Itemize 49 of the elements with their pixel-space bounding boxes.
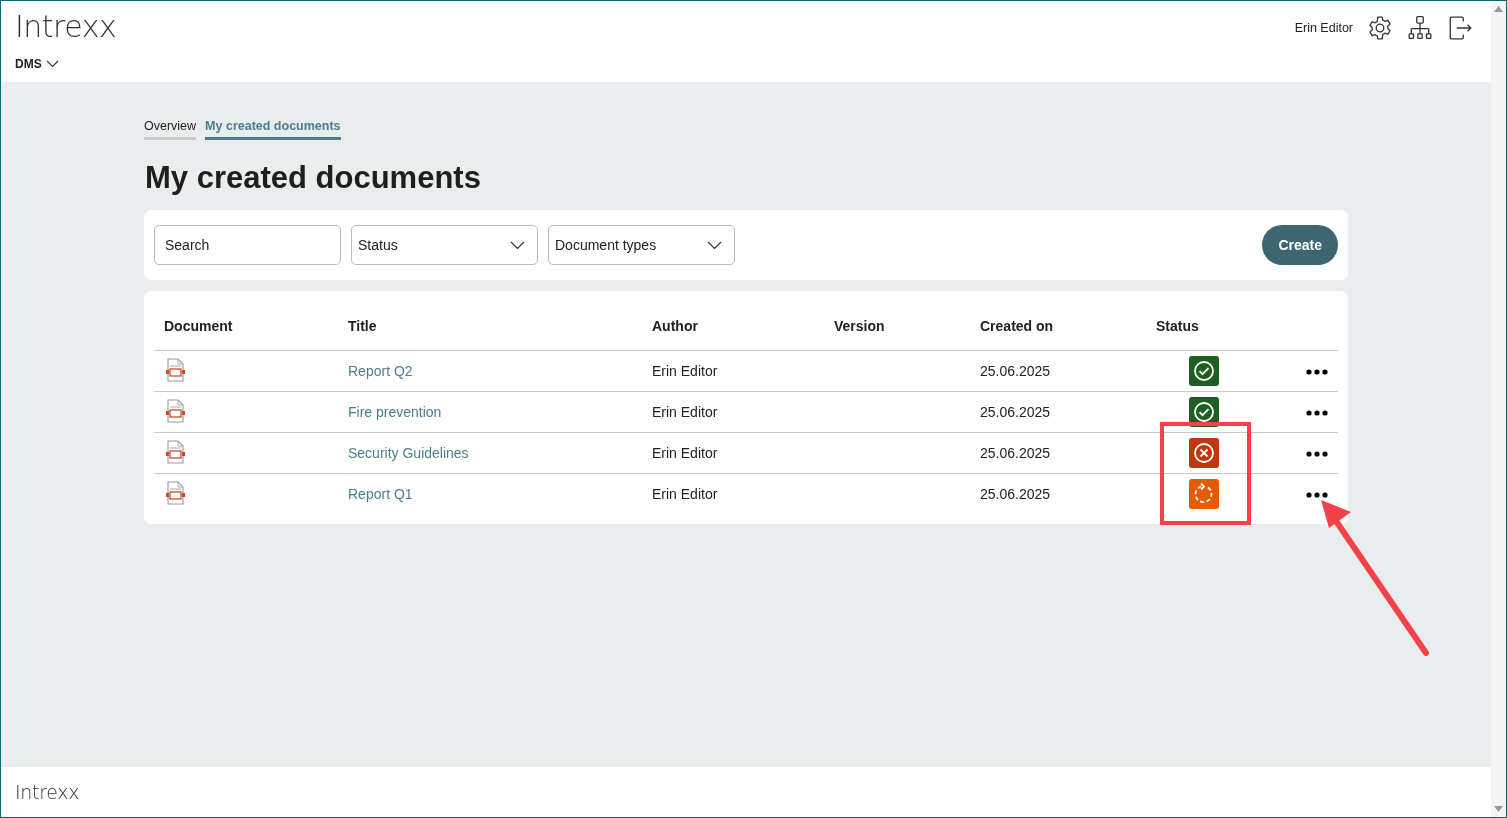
scroll-down-icon[interactable] <box>1494 806 1503 812</box>
author-cell: Erin Editor <box>652 363 718 379</box>
status-dropdown[interactable]: Status <box>351 225 538 265</box>
column-header: Document <box>154 301 338 351</box>
column-header: Created on <box>970 301 1146 351</box>
document-icon[interactable] <box>164 480 187 505</box>
sitemap-icon[interactable] <box>1407 15 1433 41</box>
document-types-dropdown[interactable]: Document types <box>548 225 735 265</box>
document-icon[interactable] <box>164 398 187 423</box>
document-title-link[interactable]: Security Guidelines <box>348 445 469 461</box>
created-on-cell: 25.06.2025 <box>980 363 1051 379</box>
caret-icon <box>45 60 59 68</box>
search-field[interactable]: Search <box>154 225 341 265</box>
document-title-link[interactable]: Fire prevention <box>348 404 442 420</box>
document-title-link[interactable]: Report Q1 <box>348 486 413 502</box>
created-on-cell: 25.06.2025 <box>980 486 1051 502</box>
app-menu[interactable]: DMS <box>15 57 59 71</box>
tab[interactable]: My created documents <box>205 119 341 140</box>
more-options-icon[interactable] <box>1306 410 1328 417</box>
author-cell: Erin Editor <box>652 486 718 502</box>
scroll-up-icon[interactable] <box>1494 6 1503 12</box>
column-header: Version <box>824 301 970 351</box>
column-header: Status <box>1146 301 1262 351</box>
create-button[interactable]: Create <box>1262 225 1338 265</box>
intrexx-logo: Intrexx <box>15 781 80 803</box>
user-name[interactable]: Erin Editor <box>1294 21 1353 35</box>
more-options-icon[interactable] <box>1306 451 1328 458</box>
more-options-icon[interactable] <box>1306 492 1328 499</box>
column-header: Title <box>338 301 642 351</box>
caret-icon <box>707 240 722 250</box>
settings-icon[interactable] <box>1367 15 1393 41</box>
more-options-icon[interactable] <box>1306 369 1328 376</box>
author-cell: Erin Editor <box>652 445 718 461</box>
check-status-icon <box>1189 356 1219 386</box>
column-header: Author <box>642 301 824 351</box>
author-cell: Erin Editor <box>652 404 718 420</box>
refresh-status-icon <box>1189 479 1219 509</box>
created-on-cell: 25.06.2025 <box>980 445 1051 461</box>
document-icon[interactable] <box>164 439 187 464</box>
intrexx-logo: Intrexx <box>15 10 117 44</box>
logout-icon[interactable] <box>1447 15 1473 41</box>
document-title-link[interactable]: Report Q2 <box>348 363 413 379</box>
created-on-cell: 25.06.2025 <box>980 404 1051 420</box>
page-title: My created documents <box>145 160 482 196</box>
tab[interactable]: Overview <box>144 119 197 140</box>
caret-icon <box>510 240 525 250</box>
cross-status-icon <box>1189 438 1219 468</box>
document-icon[interactable] <box>164 357 187 382</box>
scrollbar[interactable] <box>1491 1 1506 817</box>
